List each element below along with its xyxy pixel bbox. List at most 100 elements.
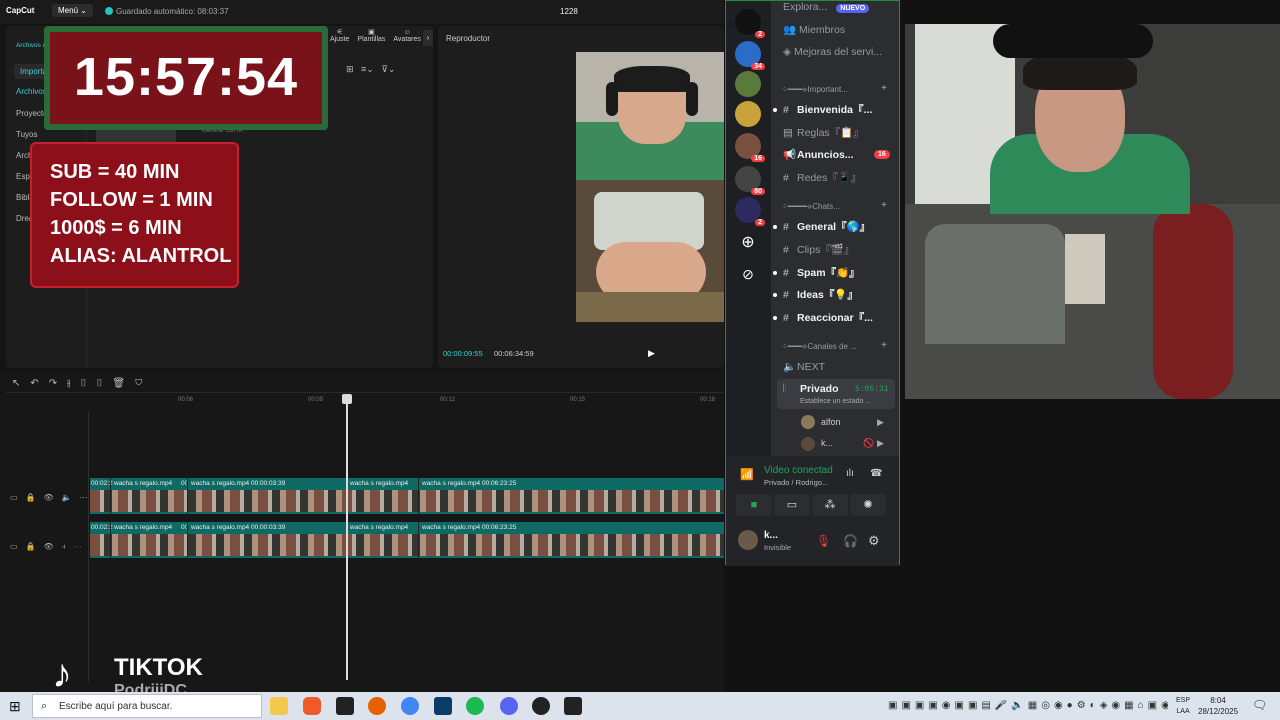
speaker-icon: 🔈 <box>783 361 797 373</box>
file-explorer-icon[interactable] <box>270 697 288 715</box>
brave-browser-icon[interactable] <box>303 697 321 715</box>
user-name[interactable]: k... <box>764 530 778 541</box>
avatar[interactable] <box>738 530 758 550</box>
shield-icon[interactable]: ⛉ <box>135 378 152 389</box>
add-channel-icon[interactable]: + <box>881 83 887 94</box>
server-icon[interactable]: 2 <box>735 9 765 38</box>
trim-left-icon[interactable]: ⌷ <box>80 378 96 389</box>
avatar[interactable] <box>801 437 815 451</box>
add-channel-icon[interactable]: + <box>881 200 887 211</box>
unread-indicator <box>773 316 777 320</box>
server-badge: 80 <box>751 188 765 195</box>
voice-channel-privado[interactable]: 𝄃 Privado 5:05:31 Establece un estado ..… <box>777 379 895 409</box>
playhead-handle[interactable] <box>342 394 352 404</box>
discord-taskbar-icon[interactable] <box>500 697 518 715</box>
divider <box>6 392 724 393</box>
channel-anuncios[interactable]: 📢Anuncios... <box>783 148 854 161</box>
signal-icon[interactable]: 📶 <box>740 468 754 481</box>
explore-icon[interactable]: ⊘ <box>739 265 757 283</box>
capcut-taskbar-icon-2[interactable] <box>564 697 582 715</box>
tab-avatars[interactable]: ☺ Avatares <box>393 29 421 43</box>
channel-name: Reaccionar『... <box>797 312 873 324</box>
mic-muted-icon[interactable]: 🎙 <box>816 534 831 548</box>
video-track-2[interactable]: 00:02:2 wacha s regalo.mp4 00 wacha s re… <box>90 522 724 558</box>
gear-icon[interactable]: ⚙ <box>868 533 880 549</box>
server-icon[interactable]: 2 <box>735 197 765 226</box>
channel-redes[interactable]: # Redes『📱』 <box>783 170 861 185</box>
server-icon[interactable] <box>735 71 761 97</box>
server-icon[interactable]: 16 <box>735 133 765 162</box>
track-2-controls[interactable]: ▭🔒👁⫞⋯ <box>10 542 90 552</box>
side-files[interactable]: Archivos <box>16 87 47 96</box>
channel-general[interactable]: # General『🌎』 <box>783 219 870 234</box>
undo-icon[interactable]: ↶ <box>30 378 48 389</box>
trim-right-icon[interactable]: ⌷ <box>96 378 112 389</box>
menu-button[interactable]: Menú ⌄ <box>52 4 93 17</box>
tab-adjust[interactable]: ⚟ Ajuste <box>330 28 349 43</box>
channel-name: NEXT <box>797 361 826 373</box>
channel-ideas[interactable]: # Ideas『💡』 <box>783 287 858 302</box>
split-icon[interactable]: ⫲ <box>67 378 80 389</box>
capcut-taskbar-icon[interactable] <box>336 697 354 715</box>
channel-spam[interactable]: # Spam『👏』 <box>783 265 860 280</box>
select-icon[interactable]: ↖ <box>12 378 30 389</box>
category-important[interactable]: ⁘━━━⟡Important... <box>781 85 848 95</box>
channel-reaccionar[interactable]: # Reaccionar『... <box>783 310 873 325</box>
voice-user-name[interactable]: k... <box>821 438 833 448</box>
channel-clips[interactable]: # Clips『🎬』 <box>783 242 854 257</box>
server-icon[interactable]: 80 <box>735 166 765 195</box>
playhead[interactable] <box>342 394 352 680</box>
clip-label: wacha s regalo.mp4 00:00:03:39 <box>191 524 286 531</box>
category-voice[interactable]: ⁘━━━⟡Canales de ... <box>781 342 857 352</box>
server-icon[interactable] <box>735 101 761 127</box>
taskbar-search-input[interactable]: ⌕ Escribe aquí para buscar. <box>32 694 262 718</box>
countdown-timer-overlay: 15:57:54 <box>44 26 328 130</box>
current-timecode: 00:00:09:55 <box>443 349 483 358</box>
voice-user-name[interactable]: alfon <box>821 417 841 427</box>
boosts-item[interactable]: ◈ Mejoras del servi... <box>783 46 882 58</box>
taskbar-clock[interactable]: 8:04 28/12/2025 <box>1198 695 1238 717</box>
delete-icon[interactable]: 🗑 <box>112 378 135 389</box>
redo-icon[interactable]: ↷ <box>49 378 67 389</box>
server-icon[interactable]: 34 <box>735 41 765 70</box>
video-track-1[interactable]: 00:02:2 wacha s regalo.mp4 00 wacha s re… <box>90 478 724 514</box>
tab-templates[interactable]: ▣ Plantillas <box>357 28 385 43</box>
track-1-controls[interactable]: ▭🔒👁🔈⋯ <box>10 493 96 502</box>
league-icon[interactable] <box>434 697 452 715</box>
screen-share-button[interactable]: ▭ <box>774 494 810 516</box>
camera-button[interactable]: ■ <box>736 494 772 516</box>
play-icon[interactable]: ▶ <box>648 348 655 359</box>
voice-channel-next[interactable]: 🔈NEXT <box>783 360 825 373</box>
activities-button[interactable]: ⁂ <box>812 494 848 516</box>
add-server-icon[interactable]: ⊕ <box>739 234 757 252</box>
soundboard-icon[interactable]: ılı <box>846 468 854 479</box>
soundboard-button[interactable]: ✺ <box>850 494 886 516</box>
obs-icon[interactable] <box>532 697 550 715</box>
add-channel-icon[interactable]: + <box>881 340 887 351</box>
channel-bienvenida[interactable]: # Bienvenida『... <box>783 102 872 117</box>
explore-item[interactable]: Explora... NUEVO <box>783 1 870 13</box>
chrome-icon[interactable] <box>401 697 419 715</box>
disconnect-icon[interactable]: ☎ <box>870 468 882 479</box>
notification-icon[interactable]: 🗨 <box>1252 698 1267 712</box>
bed <box>925 224 1065 344</box>
sort-icon[interactable]: ⊞ ≡⌄ ⊽⌄ <box>346 64 395 75</box>
headphones-icon[interactable]: 🎧 <box>843 534 858 548</box>
megaphone-icon: 📢 <box>783 149 797 161</box>
spotify-icon[interactable] <box>466 697 484 715</box>
search-placeholder: Escribe aquí para buscar. <box>59 701 173 712</box>
avatar[interactable] <box>801 415 815 429</box>
members-item[interactable]: 👥 Miembros <box>783 23 845 36</box>
category-chats[interactable]: ⁘━━━━⟡Chats... <box>781 202 840 212</box>
channel-reglas[interactable]: ▤ Reglas『📋』 <box>783 125 864 140</box>
firefox-icon[interactable] <box>368 697 386 715</box>
side-yours[interactable]: Tuyos <box>16 130 38 139</box>
windows-start-icon[interactable]: ⊞ <box>9 698 21 715</box>
unread-indicator <box>773 271 777 275</box>
language-indicator[interactable]: ESP LAA <box>1176 695 1190 717</box>
channel-name: Ideas『💡』 <box>797 289 858 301</box>
system-tray-icons[interactable]: ▣▣▣▣◉▣▣▤🎤🔈▦◎◉●⚙◐◈◉▦⌂▣◉◎▣ <box>888 700 1168 712</box>
voice-status-subtitle[interactable]: Privado / Rodrigo... <box>764 478 828 487</box>
side-project[interactable]: Proyecto <box>16 109 48 118</box>
table <box>576 292 724 322</box>
